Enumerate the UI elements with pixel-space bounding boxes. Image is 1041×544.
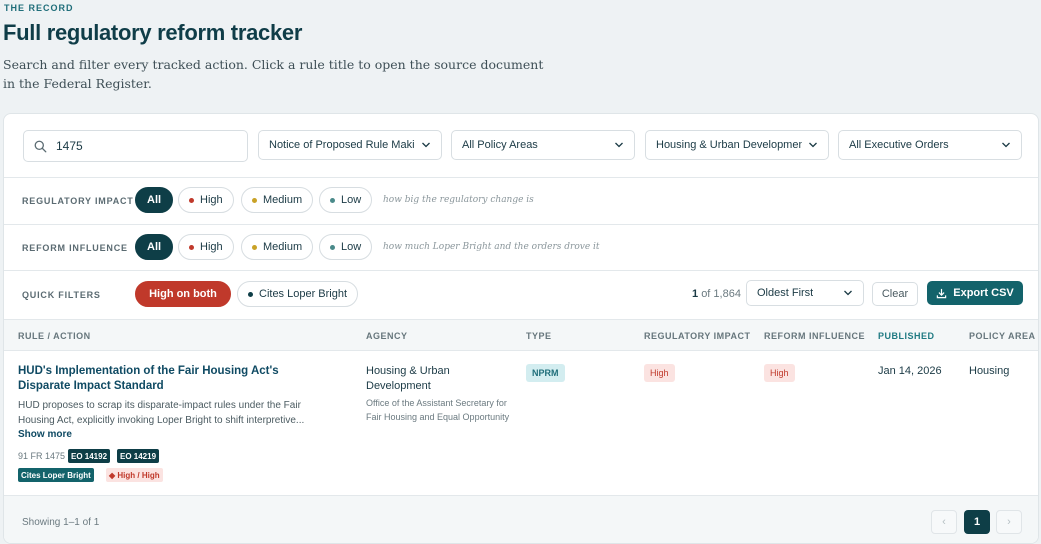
rule-description: HUD proposes to scrap its disparate-impa…: [18, 400, 305, 426]
export-csv-label: Export CSV: [953, 287, 1014, 299]
impact-all-pill[interactable]: All: [135, 187, 174, 213]
type-badge: NPRM: [526, 364, 565, 382]
high-dot-icon: [189, 244, 194, 250]
rule-title-link[interactable]: HUD's Implementation of the Fair Housing…: [18, 364, 328, 394]
dark-dot-icon: [248, 291, 253, 297]
chevron-down-icon: [809, 142, 817, 148]
table-header: RULE / ACTION AGENCY TYPE REGULATORY IMP…: [4, 319, 1038, 351]
medium-dot-icon: [252, 197, 257, 203]
clear-button[interactable]: Clear: [872, 282, 918, 306]
eyebrow: THE RECORD: [4, 3, 74, 13]
column-type[interactable]: TYPE: [526, 331, 552, 341]
impact-high-pill[interactable]: High: [178, 187, 234, 213]
chevron-down-icon: [844, 290, 852, 296]
result-count: 1 of 1,864: [692, 288, 741, 300]
search-box[interactable]: [23, 130, 248, 162]
column-policy-area[interactable]: POLICY AREA: [969, 331, 1036, 341]
executive-orders-select-value: All Executive Orders: [849, 139, 949, 151]
policy-area: Housing: [969, 365, 1010, 377]
column-published[interactable]: PUBLISHED: [878, 331, 935, 341]
impact-low-pill[interactable]: Low: [319, 187, 373, 213]
high-dot-icon: [189, 197, 194, 203]
page-1-button[interactable]: 1: [964, 510, 990, 534]
pill-label: Medium: [263, 194, 303, 206]
showing-text: Showing 1–1 of 1: [22, 517, 100, 528]
impact-badge: High: [644, 364, 675, 382]
policy-area-select-value: All Policy Areas: [462, 139, 538, 151]
chevron-down-icon: [615, 142, 623, 148]
next-page-button[interactable]: ›: [996, 510, 1022, 534]
influence-low-pill[interactable]: Low: [319, 234, 373, 260]
show-more-link[interactable]: Show more: [18, 429, 72, 440]
impact-medium-pill[interactable]: Medium: [241, 187, 314, 213]
page-description: Search and filter every tracked action. …: [3, 57, 544, 91]
chevron-down-icon: [422, 142, 430, 148]
low-dot-icon: [330, 197, 335, 203]
result-count-current: 1: [692, 288, 699, 300]
sub-agency-name: Office of the Assistant Secretary for Fa…: [366, 398, 510, 422]
low-dot-icon: [330, 244, 335, 250]
export-csv-button[interactable]: Export CSV: [927, 281, 1023, 305]
tracker-card: Notice of Proposed Rule Making All Polic…: [3, 113, 1039, 544]
quick-filters-label: QUICK FILTERS: [22, 290, 101, 300]
published-date: Jan 14, 2026: [878, 365, 942, 377]
agency-select[interactable]: Housing & Urban Development: [645, 130, 829, 160]
pill-label: Low: [341, 194, 362, 206]
chevron-down-icon: [1002, 142, 1010, 148]
pill-label: High: [200, 241, 223, 253]
pill-label: High: [200, 194, 223, 206]
influence-all-pill[interactable]: All: [135, 234, 174, 260]
eo-tag: EO 14192: [68, 449, 111, 463]
cites-loper-tag: Cites Loper Bright: [18, 468, 94, 482]
policy-area-select[interactable]: All Policy Areas: [451, 130, 635, 160]
search-icon: [34, 140, 47, 152]
influence-badge: High: [764, 364, 795, 382]
column-influence[interactable]: REFORM INFLUENCE: [764, 331, 865, 341]
type-select-value: Notice of Proposed Rule Making: [269, 139, 415, 151]
influence-hint: how much Loper Bright and the orders dro…: [383, 242, 600, 252]
medium-dot-icon: [252, 244, 257, 250]
prev-page-button[interactable]: ‹: [931, 510, 957, 534]
type-select[interactable]: Notice of Proposed Rule Making: [258, 130, 442, 160]
influence-high-pill[interactable]: High: [178, 234, 234, 260]
pill-label: Medium: [263, 241, 303, 253]
eo-tag: EO 14219: [117, 449, 160, 463]
column-rule[interactable]: RULE / ACTION: [18, 331, 91, 341]
fr-citation: 91 FR 1475: [18, 451, 66, 461]
pill-label: Cites Loper Bright: [259, 288, 348, 300]
agency-select-value: Housing & Urban Development: [656, 139, 802, 151]
regulatory-impact-label: REGULATORY IMPACT: [22, 196, 134, 206]
divider: [4, 177, 1038, 178]
executive-orders-select[interactable]: All Executive Orders: [838, 130, 1022, 160]
result-count-total: of 1,864: [701, 288, 741, 300]
impact-hint: how big the regulatory change is: [383, 195, 534, 205]
high-on-both-pill[interactable]: High on both: [135, 281, 231, 307]
high-high-tag: ◆ High / High: [106, 468, 163, 482]
cites-loper-bright-pill[interactable]: Cites Loper Bright: [237, 281, 359, 307]
influence-medium-pill[interactable]: Medium: [241, 234, 314, 260]
column-agency[interactable]: AGENCY: [366, 331, 408, 341]
search-input[interactable]: [56, 139, 226, 153]
divider: [4, 270, 1038, 271]
table-footer: Showing 1–1 of 1 ‹ 1 ›: [4, 495, 1038, 543]
divider: [4, 224, 1038, 225]
agency-name: Housing & Urban Development: [366, 365, 450, 392]
reform-influence-label: REFORM INFLUENCE: [22, 243, 128, 253]
page-title: Full regulatory reform tracker: [3, 20, 303, 45]
sort-select[interactable]: Oldest First: [746, 280, 864, 306]
column-impact[interactable]: REGULATORY IMPACT: [644, 331, 751, 341]
pill-label: Low: [341, 241, 362, 253]
sort-select-value: Oldest First: [757, 287, 814, 299]
download-icon: [937, 288, 947, 298]
